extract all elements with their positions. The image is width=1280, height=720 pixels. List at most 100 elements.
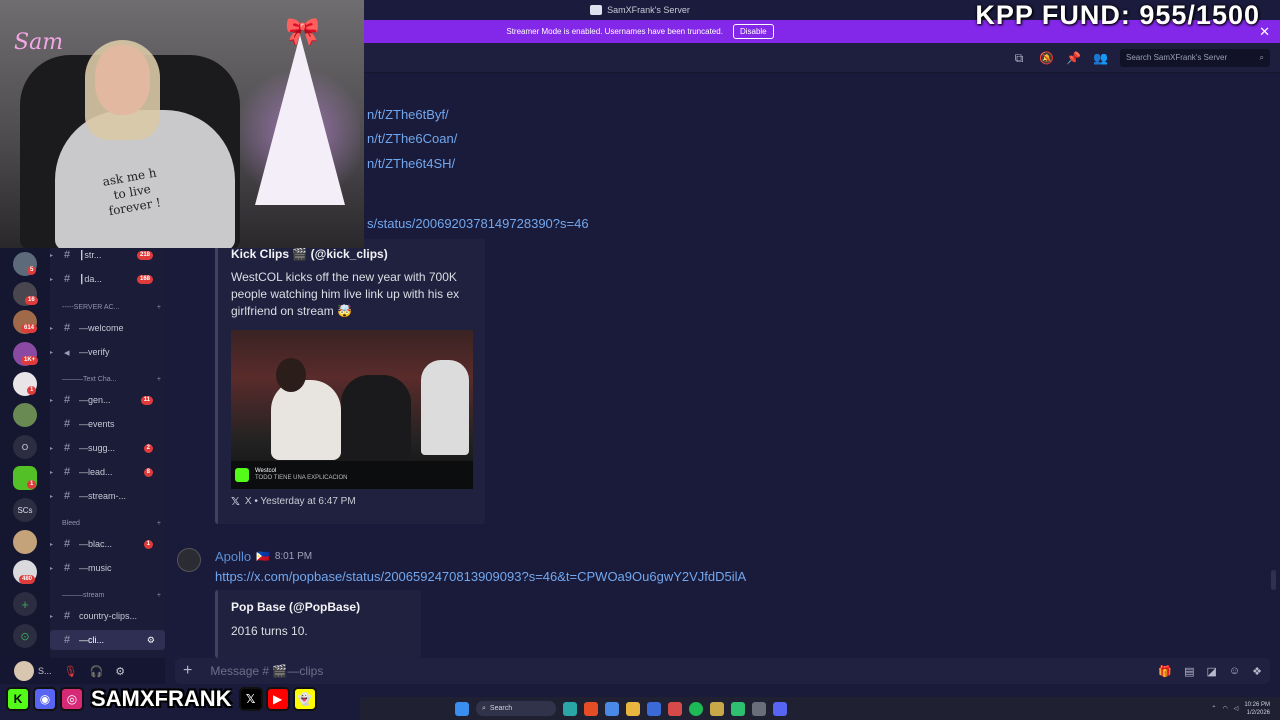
- message-timestamp: 8:01 PM: [274, 551, 313, 562]
- channel-item[interactable]: ▸ ◂ —verify: [50, 342, 165, 362]
- server-icon[interactable]: 480: [13, 560, 37, 584]
- shirt-text: ask me h to live forever !: [101, 165, 162, 219]
- attach-plus-icon[interactable]: +: [183, 662, 192, 680]
- youtube-icon: ▶: [265, 687, 290, 711]
- app-icon[interactable]: [668, 701, 682, 716]
- channel-settings-icon[interactable]: ⚙: [147, 635, 155, 646]
- file-explorer-icon[interactable]: [626, 701, 640, 716]
- disable-button[interactable]: Disable: [732, 24, 774, 39]
- discord-icon[interactable]: [773, 701, 787, 716]
- emoji-icon[interactable]: ☺: [1229, 665, 1240, 678]
- search-input[interactable]: Search SamXFrank's Server ⌕: [1120, 48, 1270, 67]
- channel-item[interactable]: ▸ # —music: [50, 558, 165, 578]
- channel-item[interactable]: ▸ # country-clips...: [50, 606, 165, 626]
- channel-list: ▸ # ┃str... 218 ▸ # ┃da... 168 -----SERVER AC.…: [50, 248, 165, 658]
- author-avatar[interactable]: [177, 548, 201, 572]
- channel-item[interactable]: ▸ # —sugg... 2: [50, 438, 165, 458]
- fund-overlay: KPP FUND: 955/1500: [975, 0, 1260, 30]
- settings-gear-icon[interactable]: ⚙: [115, 665, 125, 678]
- category-header[interactable]: ———Text Cha... +: [62, 376, 161, 383]
- embed-title[interactable]: Pop Base (@PopBase): [231, 600, 360, 614]
- server-icon[interactable]: 1: [13, 466, 37, 490]
- members-icon[interactable]: 👥: [1093, 51, 1108, 65]
- add-server-icon[interactable]: +: [13, 592, 37, 616]
- spotify-icon[interactable]: [689, 701, 703, 716]
- mute-mic-icon[interactable]: 🎙: [64, 665, 78, 678]
- server-icon[interactable]: SCs: [13, 498, 37, 522]
- message-link[interactable]: s/status/2006920378149728390?s=46: [367, 216, 589, 231]
- embed-title[interactable]: Kick Clips 🎬 (@kick_clips): [231, 247, 388, 261]
- message-link[interactable]: https://x.com/popbase/status/20065924708…: [215, 569, 746, 584]
- flag-emoji: 🇵🇭: [256, 551, 270, 563]
- app-icon[interactable]: [605, 701, 619, 716]
- server-icon[interactable]: [13, 403, 37, 427]
- chrome-icon[interactable]: [584, 701, 598, 716]
- pin-icon[interactable]: 📌: [1066, 51, 1081, 65]
- webcam-overlay: 🎀 ask me h to live forever ! Sam: [0, 0, 364, 248]
- instagram-icon: ◎: [60, 687, 84, 711]
- edge-icon[interactable]: [563, 701, 577, 716]
- close-icon[interactable]: ✕: [1259, 24, 1270, 40]
- channel-item[interactable]: ▸ # —welcome: [50, 318, 165, 338]
- server-icon[interactable]: 16: [13, 282, 38, 306]
- sticker-icon[interactable]: ◪: [1206, 665, 1216, 678]
- channel-item[interactable]: ▸ # —lead... 8: [50, 462, 165, 482]
- message-link[interactable]: n/t/ZThe6tByf/: [367, 107, 449, 122]
- gif-icon[interactable]: ▤: [1184, 665, 1194, 678]
- mute-bell-icon[interactable]: 🔕: [1039, 51, 1054, 65]
- message-composer[interactable]: + Message # 🎬—clips 🎁 ▤ ◪ ☺ ❖: [175, 658, 1270, 684]
- taskbar-search[interactable]: ⌕ Search: [476, 701, 556, 716]
- channel-item[interactable]: ▸ # —blac... 1: [50, 534, 165, 554]
- chat-scrollbar[interactable]: [1271, 570, 1276, 590]
- wifi-icon[interactable]: ◠: [1222, 705, 1227, 712]
- chrome-icon[interactable]: [710, 701, 724, 716]
- thumbnail-person-right: [341, 375, 411, 460]
- server-badge: 1K+: [21, 356, 39, 365]
- windows-taskbar: ⌕ Search ⌃ ◠ ◁ 10:26 PM 1/2/2026: [360, 697, 1280, 720]
- category-header[interactable]: ———stream +: [62, 592, 161, 599]
- author-name[interactable]: Apollo: [215, 549, 251, 564]
- hash-icon: #: [64, 273, 71, 285]
- channel-item[interactable]: ▸ # —stream-...: [50, 486, 165, 506]
- channel-item[interactable]: # —events: [50, 414, 165, 434]
- channel-item[interactable]: ▸ # ┃str... 218: [50, 245, 165, 265]
- channel-name: —stream-...: [79, 491, 127, 501]
- clock[interactable]: 10:26 PM 1/2/2026: [1244, 701, 1270, 717]
- add-channel-icon[interactable]: +: [157, 520, 161, 527]
- server-icon[interactable]: 1K+: [13, 342, 39, 366]
- server-icon[interactable]: 614: [13, 310, 38, 334]
- hash-icon: #: [64, 442, 71, 454]
- volume-icon[interactable]: ◁: [1234, 705, 1239, 712]
- channel-name: —music: [79, 563, 112, 573]
- app-icon[interactable]: [731, 701, 745, 716]
- embed-thumbnail[interactable]: Westcol TODO TIENE UNA EXPLICACION: [231, 330, 473, 489]
- apps-icon[interactable]: ❖: [1252, 665, 1262, 678]
- thumbnail-subcaption: TODO TIENE UNA EXPLICACION: [255, 475, 348, 481]
- window-title: SamXFrank's Server: [590, 5, 690, 15]
- discord-icon: ◉: [33, 687, 57, 711]
- add-channel-icon[interactable]: +: [157, 592, 161, 599]
- message-link[interactable]: n/t/ZThe6t4SH/: [367, 156, 455, 171]
- server-icon[interactable]: 1: [13, 372, 37, 396]
- settings-icon[interactable]: [752, 701, 766, 716]
- category-header[interactable]: Bleed +: [62, 520, 161, 527]
- headphones-icon[interactable]: 🎧: [89, 665, 103, 678]
- server-icon[interactable]: 5: [13, 252, 37, 276]
- store-icon[interactable]: [647, 701, 661, 716]
- channel-item[interactable]: ▸ # ┃da... 168: [50, 269, 165, 289]
- threads-icon[interactable]: ⧉: [1012, 51, 1026, 65]
- chevron-up-icon[interactable]: ⌃: [1211, 705, 1216, 712]
- user-avatar[interactable]: [14, 661, 34, 681]
- channel-item-active[interactable]: # —cli... ⚙: [50, 630, 165, 650]
- message-link[interactable]: n/t/ZThe6Coan/: [367, 131, 457, 146]
- discover-icon[interactable]: ⊙: [13, 624, 37, 648]
- message-input-placeholder[interactable]: Message # 🎬—clips: [210, 664, 323, 678]
- server-icon[interactable]: [13, 530, 37, 554]
- add-channel-icon[interactable]: +: [157, 304, 161, 311]
- channel-item[interactable]: ▸ # —gen... 11: [50, 390, 165, 410]
- add-channel-icon[interactable]: +: [157, 376, 161, 383]
- start-windows-icon[interactable]: [455, 701, 469, 716]
- server-icon[interactable]: O: [13, 435, 37, 459]
- gift-icon[interactable]: 🎁: [1158, 665, 1172, 678]
- category-header[interactable]: -----SERVER AC... +: [62, 304, 161, 311]
